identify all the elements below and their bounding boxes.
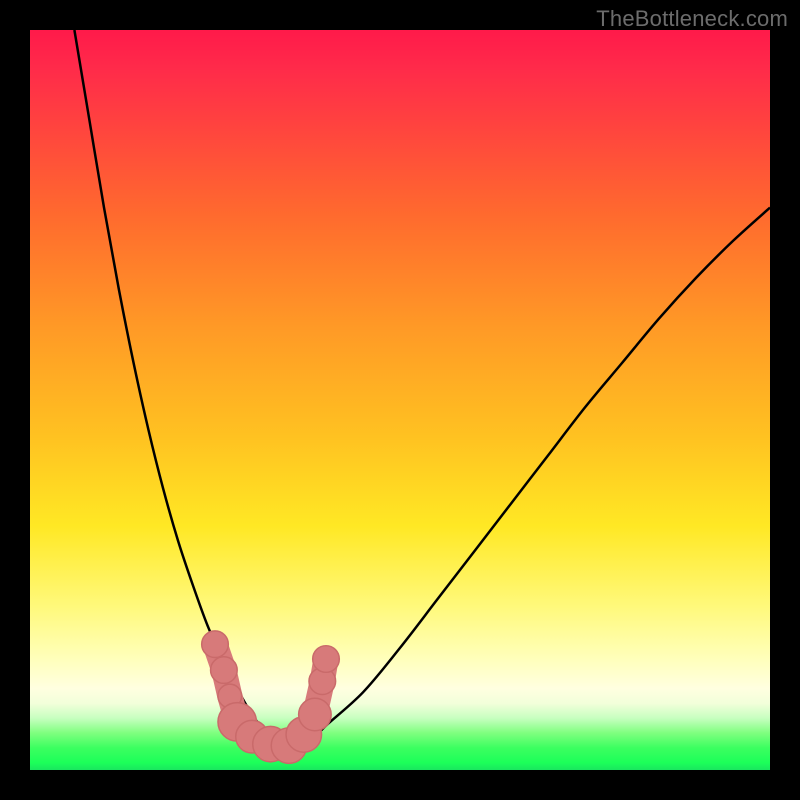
trough-marker <box>313 646 340 673</box>
curve-layer <box>30 30 770 770</box>
bottleneck-curve <box>74 30 770 748</box>
plot-area <box>30 30 770 770</box>
trough-marker <box>202 631 229 658</box>
trough-marker <box>211 657 238 684</box>
trough-markers <box>202 631 340 763</box>
watermark-text: TheBottleneck.com <box>596 6 788 32</box>
trough-marker <box>299 698 332 731</box>
chart-frame: TheBottleneck.com <box>0 0 800 800</box>
